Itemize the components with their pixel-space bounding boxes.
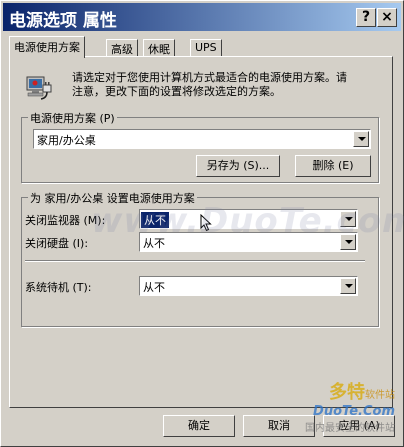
tab-advanced[interactable]: 高级 (106, 39, 138, 57)
scheme-group-label: 电源使用方案 (P) (28, 110, 117, 126)
tab-power-schemes[interactable]: 电源使用方案 (9, 36, 85, 58)
save-as-button[interactable]: 另存为 (S)... (196, 155, 280, 177)
watermark-logo: 多特软件站 DuoTe.Com 国内最安全的软件站 (305, 378, 395, 434)
standby-select-value: 从不 (143, 281, 165, 294)
help-icon: ? (361, 9, 371, 25)
tab-ups[interactable]: UPS (190, 39, 222, 57)
help-button[interactable]: ? (356, 8, 376, 27)
settings-divider (25, 260, 365, 262)
scheme-select[interactable]: 家用/办公桌 (33, 129, 371, 149)
power-options-icon (24, 71, 54, 101)
ok-button[interactable]: 确定 (163, 415, 235, 437)
window-title: 电源选项 属性 (9, 11, 117, 31)
standby-label: 系统待机 (T): (25, 281, 92, 294)
delete-button[interactable]: 删除 (E) (295, 155, 371, 177)
close-icon: × (381, 9, 393, 25)
close-button[interactable]: × (377, 8, 397, 27)
chevron-down-icon[interactable] (340, 278, 356, 294)
watermark-tagline: 国内最安全的软件站 (305, 423, 395, 434)
intro-text-line2: 注意，更改下面的设置将修改选定的方案。 (72, 85, 281, 98)
watermark-center: www.DuoTe.com (91, 201, 404, 241)
title-bar[interactable]: 电源选项 属性 ? × (3, 3, 401, 31)
scheme-group: 电源使用方案 (P) 家用/办公桌 另存为 (S)... 删除 (E) (21, 110, 379, 183)
watermark-site: DuoTe.Com (313, 404, 395, 419)
disk-label: 关闭硬盘 (I): (25, 237, 89, 250)
watermark-brand: 多特 (329, 382, 365, 403)
watermark-brand-sub: 软件站 (365, 390, 395, 401)
chevron-down-icon[interactable] (353, 131, 369, 147)
scheme-select-value: 家用/办公桌 (37, 134, 96, 147)
standby-select[interactable]: 从不 (139, 276, 358, 296)
power-options-dialog: 电源选项 属性 ? × 电源使用方案 高级 休眠 UPS 请选定对于您使用计算机… (0, 0, 404, 447)
tab-hibernate[interactable]: 休眠 (143, 39, 175, 57)
